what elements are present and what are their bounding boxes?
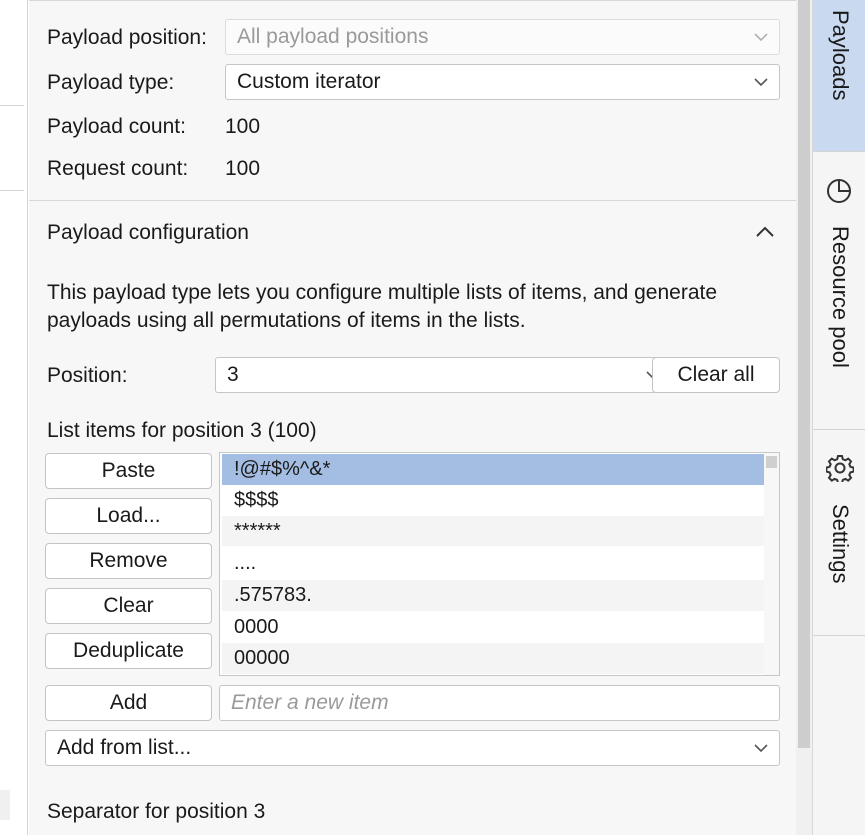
payload-position-value: All payload positions <box>237 25 429 48</box>
position-label: Position: <box>47 364 128 387</box>
left-panel-fragment <box>0 790 10 820</box>
list-item[interactable]: .... <box>222 548 764 579</box>
payload-position-select: All payload positions <box>225 19 780 55</box>
list-item[interactable]: 0000 <box>222 612 764 643</box>
list-scrollbar-thumb[interactable] <box>766 456 777 468</box>
tab-settings-label: Settings <box>828 504 853 584</box>
list-item[interactable]: 00000 <box>222 643 764 674</box>
clear-button[interactable]: Clear <box>45 588 212 624</box>
list-scrollbar[interactable] <box>764 453 779 675</box>
pie-chart-icon <box>827 179 851 203</box>
tab-resource-pool-label: Resource pool <box>828 226 853 368</box>
position-value: 3 <box>227 363 239 386</box>
payload-type-select[interactable]: Custom iterator <box>225 64 780 100</box>
request-count-value: 100 <box>225 157 261 180</box>
list-item[interactable]: !@#$%^&* <box>222 454 764 485</box>
list-item[interactable]: ****** <box>222 516 764 546</box>
list-item[interactable]: $$$$ <box>222 485 764 516</box>
right-sidebar: Payloads Resource pool Settings <box>812 0 865 835</box>
main-scrollbar-thumb[interactable] <box>798 0 810 748</box>
new-item-input[interactable] <box>219 685 780 721</box>
load-button[interactable]: Load... <box>45 498 212 534</box>
payload-count-label: Payload count: <box>47 115 186 138</box>
separator-label: Separator for position 3 <box>47 800 266 823</box>
left-panel-edge <box>0 0 28 835</box>
add-button[interactable]: Add <box>45 685 212 721</box>
position-select[interactable]: 3 <box>215 357 672 393</box>
list-items-box[interactable]: !@#$%^&* $$$$ ****** .... .575783. 0000 … <box>219 452 780 676</box>
gear-icon <box>826 455 854 482</box>
config-description: This payload type lets you configure mul… <box>47 281 718 304</box>
remove-button[interactable]: Remove <box>45 543 212 579</box>
main-scrollbar[interactable] <box>796 0 812 835</box>
deduplicate-button[interactable]: Deduplicate <box>45 633 212 669</box>
clear-all-button[interactable]: Clear all <box>652 357 780 393</box>
section-title: Payload configuration <box>47 221 249 244</box>
chevron-down-icon <box>754 78 768 87</box>
payload-type-value: Custom iterator <box>237 70 381 93</box>
add-from-list-select[interactable]: Add from list... <box>45 730 780 766</box>
payload-type-label: Payload type: <box>47 71 175 94</box>
payload-position-label: Payload position: <box>47 26 207 49</box>
section-divider <box>29 200 796 201</box>
add-from-list-value: Add from list... <box>57 736 192 759</box>
list-title: List items for position 3 (100) <box>47 419 317 442</box>
list-item[interactable]: .575783. <box>222 580 764 611</box>
chevron-down-icon <box>754 33 768 42</box>
tab-resource-pool[interactable]: Resource pool <box>813 152 865 430</box>
config-description: payloads using all permutations of items… <box>47 309 526 332</box>
divider <box>29 0 796 1</box>
tab-settings[interactable]: Settings <box>813 430 865 636</box>
divider <box>0 105 24 106</box>
payload-count-value: 100 <box>225 115 261 138</box>
collapse-chevron-up-icon[interactable] <box>756 226 774 237</box>
paste-button[interactable]: Paste <box>45 453 212 489</box>
chevron-down-icon <box>754 744 768 753</box>
tab-payloads-label: Payloads <box>828 10 853 101</box>
tab-payloads[interactable]: Payloads <box>813 0 865 152</box>
divider <box>0 190 24 191</box>
request-count-label: Request count: <box>47 157 189 180</box>
